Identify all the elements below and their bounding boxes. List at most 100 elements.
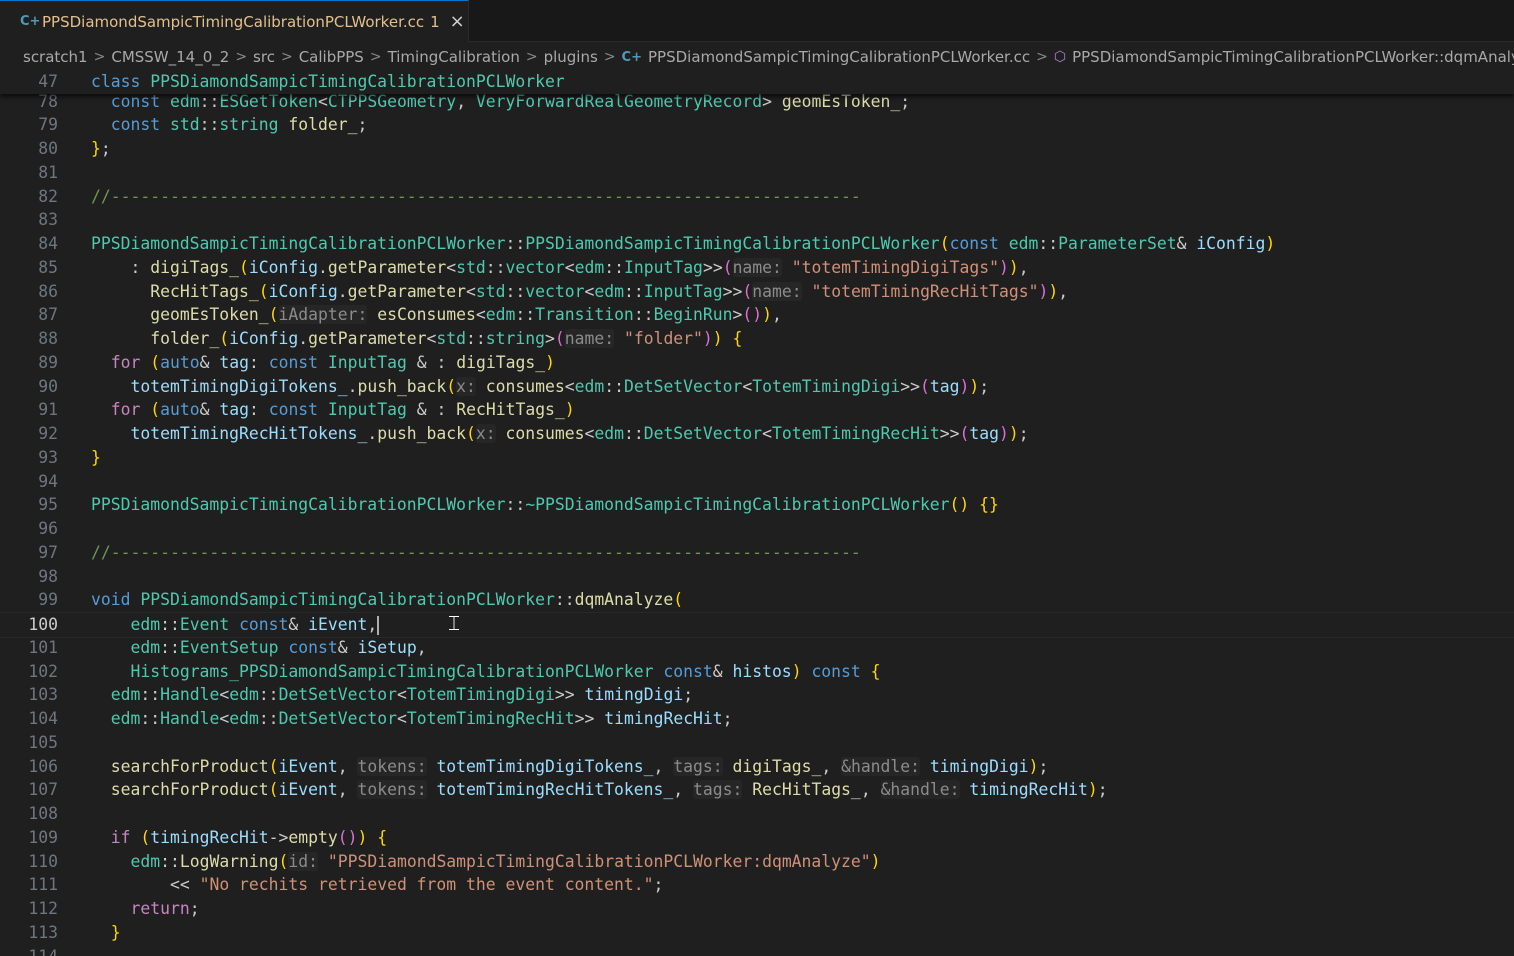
code-line-row[interactable]: 105: [0, 731, 1514, 755]
code-line-row[interactable]: 97 //------------------------------------…: [0, 541, 1514, 565]
breadcrumb-item[interactable]: TimingCalibration: [388, 48, 520, 66]
method-icon: ⬡: [1053, 49, 1067, 65]
line-number: 81: [38, 162, 58, 182]
code-line-row[interactable]: 88 folder_(iConfig.getParameter<std::str…: [0, 327, 1514, 351]
code-line: //--------------------------------------…: [91, 542, 861, 562]
line-number: 99: [38, 590, 58, 610]
code-line-row[interactable]: 102 Histograms_PPSDiamondSampicTimingCal…: [0, 660, 1514, 684]
breadcrumb-item[interactable]: CalibPPS: [299, 48, 364, 66]
code-line-row[interactable]: 93}: [0, 446, 1514, 470]
code-line-row[interactable]: 86 RecHitTags_(iConfig.getParameter<std:…: [0, 280, 1514, 304]
line-number: 84: [38, 234, 58, 253]
line-number: 111: [28, 875, 58, 895]
breadcrumb-file[interactable]: PPSDiamondSampicTimingCalibrationPCLWork…: [648, 48, 1030, 66]
code-line-row[interactable]: 90 totemTimingDigiTokens_.push_back(x: c…: [0, 375, 1514, 399]
tab-active-file[interactable]: C+ PPSDiamondSampicTimingCalibrationPCLW…: [0, 0, 469, 42]
code-line-row[interactable]: 112 return;: [0, 897, 1514, 921]
code-line: void PPSDiamondSampicTimingCalibrationPC…: [91, 590, 684, 610]
code-line: }: [110, 922, 121, 942]
code-line: searchForProduct(iEvent, tokens: totemTi…: [110, 756, 1049, 776]
line-number: 47: [38, 72, 58, 91]
code-line: //--------------------------------------…: [91, 186, 861, 206]
tab-bar: C+ PPSDiamondSampicTimingCalibrationPCLW…: [0, 0, 1514, 42]
line-number: 95: [38, 495, 58, 515]
code-line: const std::string folder_;: [110, 115, 368, 135]
code-line-row[interactable]: 89 for (auto& tag: const InputTag & : di…: [0, 351, 1514, 375]
code-line-row[interactable]: 85 : digiTags_(iConfig.getParameter<std:…: [0, 256, 1514, 280]
line-number: 85: [38, 257, 58, 277]
breadcrumb-item[interactable]: src: [253, 48, 275, 66]
line-number: 98: [38, 566, 58, 586]
line-number: 110: [28, 851, 58, 871]
chevron-right-icon: >: [603, 49, 616, 65]
breadcrumb: scratch1 > CMSSW_14_0_2 > src > CalibPPS…: [0, 44, 1514, 70]
line-number: 109: [28, 827, 58, 847]
breadcrumb-symbol[interactable]: PPSDiamondSampicTimingCalibrationPCLWork…: [1072, 48, 1514, 66]
code-line: folder_(iConfig.getParameter<std::string…: [150, 329, 743, 348]
code-line-row[interactable]: 106 searchForProduct(iEvent, tokens: tot…: [0, 755, 1514, 779]
code-line: };: [91, 139, 111, 158]
code-line: return;: [130, 899, 200, 918]
line-number: 86: [38, 281, 58, 301]
line-number: 80: [38, 139, 58, 158]
code-line-row[interactable]: 80};: [0, 137, 1514, 161]
line-number: 96: [38, 519, 58, 538]
code-line-row[interactable]: 101 edm::EventSetup const& iSetup,: [0, 636, 1514, 660]
chevron-right-icon: >: [525, 49, 538, 65]
code-line-row[interactable]: 92 totemTimingRecHitTokens_.push_back(x:…: [0, 422, 1514, 446]
code-line-row[interactable]: 95 PPSDiamondSampicTimingCalibrationPCLWo…: [0, 493, 1514, 517]
code-line-row[interactable]: 79 const std::string folder_;: [0, 113, 1514, 137]
code-line-row[interactable]: 113 }: [0, 921, 1514, 945]
code-line-row[interactable]: 91 for (auto& tag: const InputTag & : Re…: [0, 398, 1514, 422]
code-line: PPSDiamondSampicTimingCalibrationPCLWork…: [91, 495, 999, 515]
chevron-right-icon: >: [280, 49, 293, 65]
cpp-file-icon: C+: [20, 14, 41, 29]
code-line: class PPSDiamondSampicTimingCalibrationP…: [91, 72, 565, 91]
code-line: geomEsToken_(iAdapter: esConsumes<edm::T…: [150, 305, 782, 325]
line-number: 105: [28, 732, 58, 752]
chevron-right-icon: >: [93, 49, 106, 65]
code-line: edm::Event const& iEvent,: [130, 615, 379, 635]
breadcrumb-item[interactable]: CMSSW_14_0_2: [111, 48, 229, 66]
code-line-row[interactable]: 87 geomEsToken_(iAdapter: esConsumes<edm…: [0, 303, 1514, 327]
line-number: 106: [28, 756, 58, 776]
text-caret: [377, 616, 379, 635]
breadcrumb-item[interactable]: plugins: [544, 48, 598, 66]
line-number: 107: [28, 780, 58, 800]
line-number: 103: [28, 685, 58, 705]
code-line-row[interactable]: 81: [0, 161, 1514, 185]
code-line-row[interactable]: 96: [0, 517, 1514, 541]
line-number: 83: [38, 210, 58, 230]
code-line: totemTimingRecHitTokens_.push_back(x: co…: [130, 424, 1029, 443]
code-editor[interactable]: 47 class PPSDiamondSampicTimingCalibrati…: [0, 70, 1514, 956]
code-line-row[interactable]: 84 PPSDiamondSampicTimingCalibrationPCLWo…: [0, 232, 1514, 256]
line-number: 113: [28, 922, 58, 942]
line-number: 100: [28, 615, 58, 634]
code-line-row[interactable]: 82 //------------------------------------…: [0, 185, 1514, 209]
code-line-row[interactable]: 109 if (timingRecHit->empty()) {: [0, 826, 1514, 850]
code-line-row[interactable]: 114: [0, 945, 1514, 956]
breadcrumb-item[interactable]: scratch1: [23, 48, 88, 66]
code-line-row[interactable]: 110 edm::LogWarning(id: "PPSDiamondSampi…: [0, 850, 1514, 874]
line-number: 104: [28, 709, 58, 728]
line-number: 90: [38, 376, 58, 396]
line-number: 102: [28, 661, 58, 681]
code-line: edm::Handle<edm::DetSetVector<TotemTimin…: [110, 685, 694, 705]
code-line: << "No rechits retrieved from the event …: [169, 875, 664, 895]
code-line-row[interactable]: 94: [0, 470, 1514, 494]
problems-count-badge: 1: [430, 12, 440, 31]
chevron-right-icon: >: [369, 49, 382, 65]
code-line-row[interactable]: 103 edm::Handle<edm::DetSetVector<TotemT…: [0, 683, 1514, 707]
code-line-row[interactable]: 100 edm::Event const& iEvent,: [0, 612, 1514, 638]
code-line-row[interactable]: 108: [0, 802, 1514, 826]
code-line-row[interactable]: 107 searchForProduct(iEvent, tokens: tot…: [0, 778, 1514, 802]
code-line-row[interactable]: 104 edm::Handle<edm::DetSetVector<TotemT…: [0, 707, 1514, 731]
line-number: 87: [38, 305, 58, 325]
code-line-row[interactable]: 83: [0, 208, 1514, 232]
code-line-row[interactable]: 111 << "No rechits retrieved from the ev…: [0, 873, 1514, 897]
sticky-scroll-header[interactable]: 47 class PPSDiamondSampicTimingCalibrati…: [0, 70, 1514, 94]
code-line: }: [91, 447, 101, 467]
code-line-row[interactable]: 98: [0, 565, 1514, 589]
code-line-row[interactable]: 99 void PPSDiamondSampicTimingCalibration…: [0, 588, 1514, 612]
close-icon[interactable]: ×: [450, 12, 465, 31]
